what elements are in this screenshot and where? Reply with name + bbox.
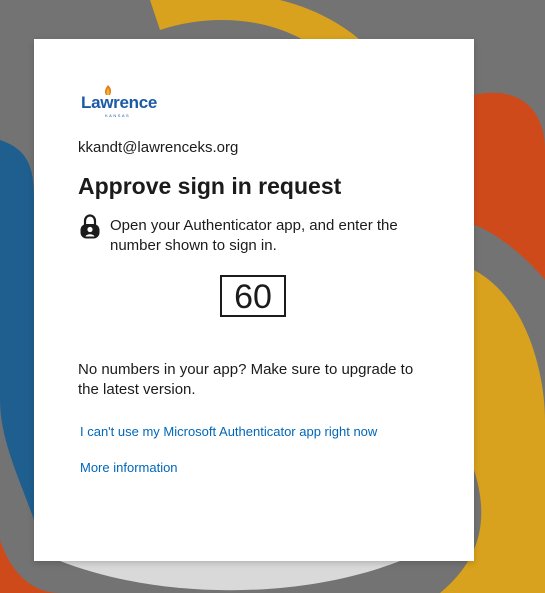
- page-title: Approve sign in request: [78, 173, 342, 199]
- lawrence-logo: Lawrence KANSAS: [81, 85, 161, 119]
- instruction-text: Open your Authenticator app, and enter t…: [110, 217, 398, 254]
- logo-subtitle: KANSAS: [105, 113, 131, 118]
- upgrade-note: No numbers in your app? Make sure to upg…: [78, 361, 414, 398]
- more-information-link[interactable]: More information: [80, 460, 178, 475]
- account-email: kkandt@lawrenceks.org: [78, 139, 239, 156]
- cant-use-authenticator-link[interactable]: I can't use my Microsoft Authenticator a…: [80, 424, 377, 439]
- verification-number: 60: [220, 275, 286, 317]
- logo-wordmark: Lawrence: [81, 93, 158, 112]
- sign-in-card: Lawrence KANSAS kkandt@lawrenceks.org Ap…: [34, 39, 474, 561]
- authenticator-lock-icon: [80, 214, 100, 239]
